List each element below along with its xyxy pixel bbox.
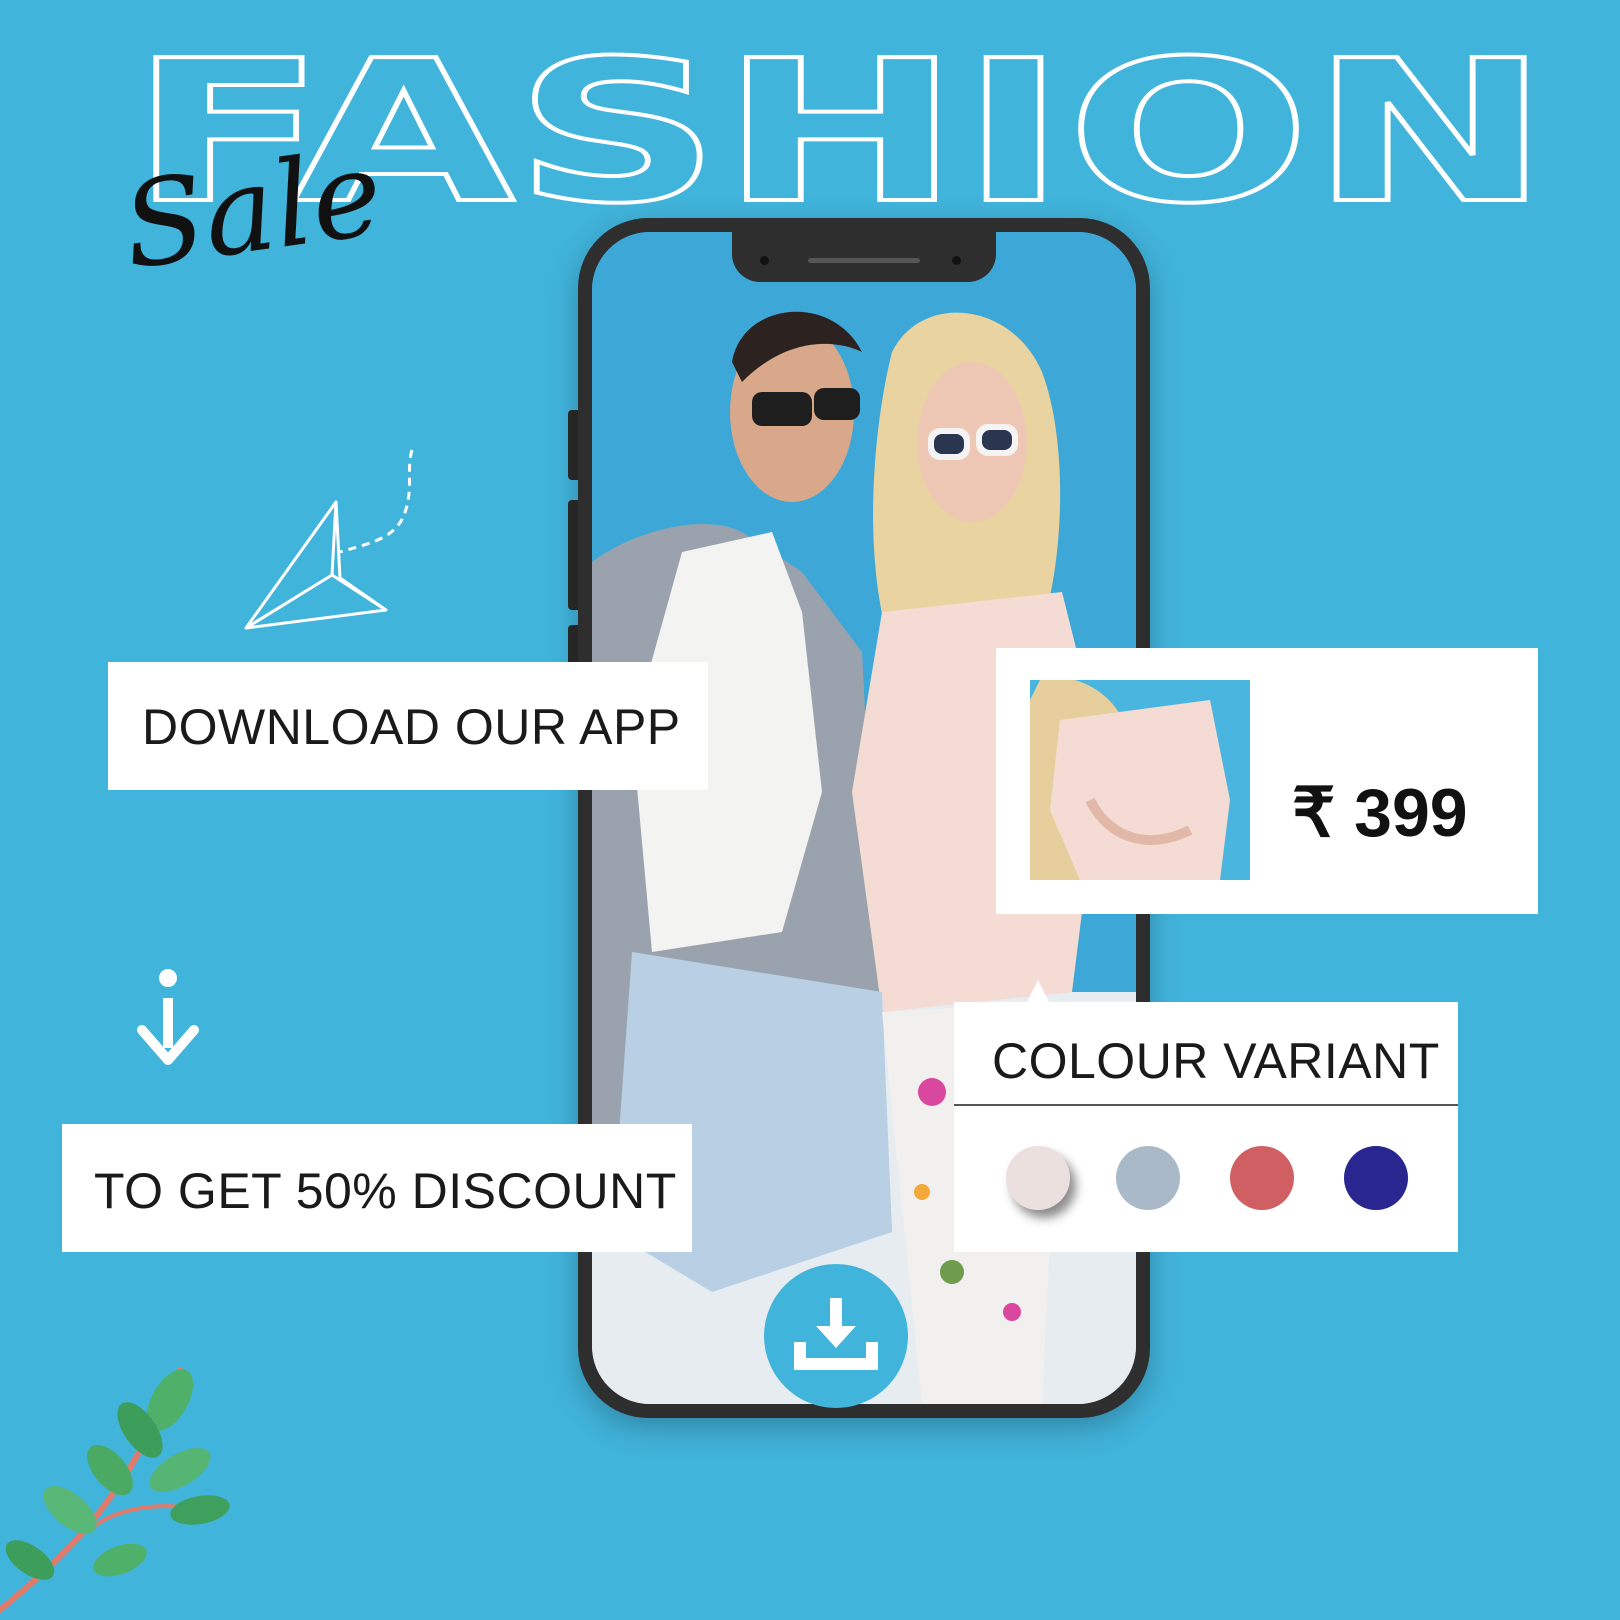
paper-plane-icon	[244, 449, 414, 630]
download-app-card[interactable]: DOWNLOAD OUR APP	[108, 662, 708, 790]
download-icon	[794, 1298, 878, 1370]
download-button[interactable]	[764, 1264, 908, 1408]
price-value: ₹ 399	[1292, 775, 1468, 851]
colour-swatch-coral[interactable]	[1230, 1146, 1294, 1210]
variant-card-pointer	[1026, 980, 1050, 1004]
variant-divider	[954, 1104, 1458, 1106]
phone-camera	[760, 256, 769, 265]
phone-speaker	[808, 258, 920, 263]
info-down-arrow-icon	[137, 969, 199, 1065]
download-app-label: DOWNLOAD OUR APP	[142, 699, 681, 755]
phone-notch	[732, 228, 996, 282]
discount-label: TO GET 50% DISCOUNT	[94, 1163, 677, 1219]
sale-script-text: Sale	[120, 140, 380, 296]
colour-variant-card: COLOUR VARIANT	[954, 1002, 1458, 1252]
colour-swatch-blush[interactable]	[1006, 1146, 1070, 1210]
product-thumbnail	[1030, 680, 1250, 880]
colour-swatch-navy[interactable]	[1344, 1146, 1408, 1210]
sale-script: Sale	[120, 140, 380, 296]
phone-sensor	[952, 256, 961, 265]
leaf-branch-icon	[0, 1367, 230, 1613]
colour-variant-title: COLOUR VARIANT	[992, 1033, 1440, 1089]
discount-card[interactable]: TO GET 50% DISCOUNT	[62, 1124, 692, 1252]
price-card[interactable]: ₹ 399	[996, 648, 1538, 914]
colour-swatch-grey-blue[interactable]	[1116, 1146, 1180, 1210]
